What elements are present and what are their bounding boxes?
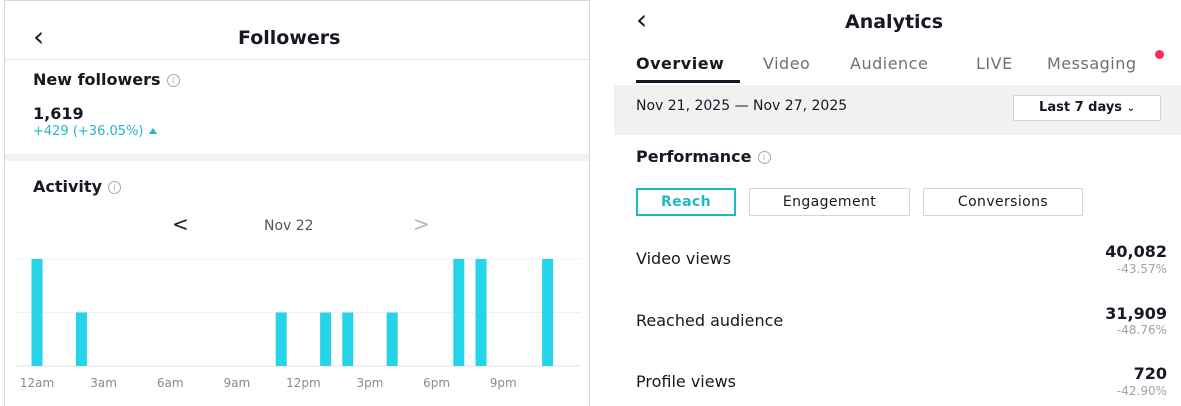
activity-date: Nov 22	[264, 218, 314, 234]
page-title: Analytics	[845, 11, 944, 33]
info-icon[interactable]: i	[166, 74, 180, 87]
x-tick-label: 9pm	[490, 376, 517, 390]
tab-video[interactable]: Video	[763, 54, 810, 73]
back-button[interactable]: ‹	[636, 6, 647, 34]
metric-change: -48.76%	[1116, 323, 1167, 337]
metric-change: -42.90%	[1116, 384, 1167, 398]
metric-label: Profile views	[636, 372, 737, 391]
section-divider	[5, 154, 589, 161]
next-day-button[interactable]: >	[413, 214, 430, 234]
subtab-reach[interactable]: Reach	[636, 188, 736, 216]
tab-messaging[interactable]: Messaging	[1047, 54, 1137, 73]
metric-value: 720	[1133, 364, 1167, 383]
chart-bar-1pm[interactable]	[320, 312, 332, 367]
change-text: +429 (+36.05%)	[33, 124, 144, 139]
page-title: Followers	[238, 27, 341, 49]
chart-bar-8pm[interactable]	[475, 259, 487, 366]
chart-bar-7pm[interactable]	[453, 259, 465, 366]
activity-label: Activity	[33, 177, 102, 196]
x-tick-label: 12am	[20, 376, 54, 390]
active-tab-indicator	[636, 80, 740, 83]
date-range-select[interactable]: Last 7 days ⌄	[1013, 95, 1161, 121]
x-tick-label: 9am	[223, 376, 250, 390]
chart-bar-2am[interactable]	[75, 312, 87, 367]
x-tick-label: 12pm	[286, 376, 321, 390]
date-range-select-label: Last 7 days	[1039, 100, 1123, 115]
notification-dot	[1155, 50, 1164, 59]
x-tick-label: 6pm	[423, 376, 450, 390]
x-tick-label: 3pm	[357, 376, 384, 390]
chart-bar-12am[interactable]	[31, 259, 43, 366]
metric-value: 31,909	[1105, 304, 1167, 323]
tab-audience[interactable]: Audience	[850, 54, 928, 73]
activity-chart: 12am 3am 6am 9am 12pm 3pm 6pm 9pm	[15, 258, 581, 390]
header-divider	[5, 59, 589, 60]
followers-panel: ‹ Followers New followers i 1,619 +429 (+…	[4, 0, 590, 406]
arrow-up-icon	[149, 128, 158, 134]
x-tick-label: 3am	[90, 376, 117, 390]
metric-change: -43.57%	[1116, 262, 1167, 276]
subtab-engagement[interactable]: Engagement	[749, 188, 910, 216]
prev-day-button[interactable]: <	[172, 214, 189, 234]
activity-heading: Activity i	[33, 177, 121, 196]
analytics-panel: ‹ Analytics Overview Video Audience LIVE…	[614, 0, 1181, 406]
info-icon[interactable]: i	[108, 181, 121, 194]
new-followers-count: 1,619	[33, 104, 84, 123]
chevron-down-icon: ⌄	[1126, 103, 1135, 114]
back-button[interactable]: ‹	[33, 23, 44, 51]
metric-label: Reached audience	[636, 311, 784, 330]
new-followers-label: New followers	[33, 70, 161, 89]
tab-overview[interactable]: Overview	[636, 54, 724, 73]
performance-label: Performance	[636, 147, 752, 166]
info-icon[interactable]: i	[757, 151, 771, 164]
x-tick-label: 6am	[157, 376, 184, 390]
new-followers-change: +429 (+36.05%)	[33, 124, 158, 139]
tab-live[interactable]: LIVE	[976, 54, 1013, 73]
chart-bar-11am[interactable]	[275, 312, 287, 367]
chart-bar-11pm[interactable]	[542, 259, 554, 366]
subtab-conversions[interactable]: Conversions	[923, 188, 1083, 216]
metric-label: Video views	[636, 249, 732, 268]
date-range-text: Nov 21, 2025 — Nov 27, 2025	[636, 98, 848, 114]
new-followers-heading: New followers i	[33, 70, 180, 89]
chart-bar-2pm[interactable]	[342, 312, 354, 367]
metric-value: 40,082	[1105, 242, 1167, 261]
chart-bar-4pm[interactable]	[386, 312, 398, 367]
performance-heading: Performance i	[636, 147, 771, 166]
